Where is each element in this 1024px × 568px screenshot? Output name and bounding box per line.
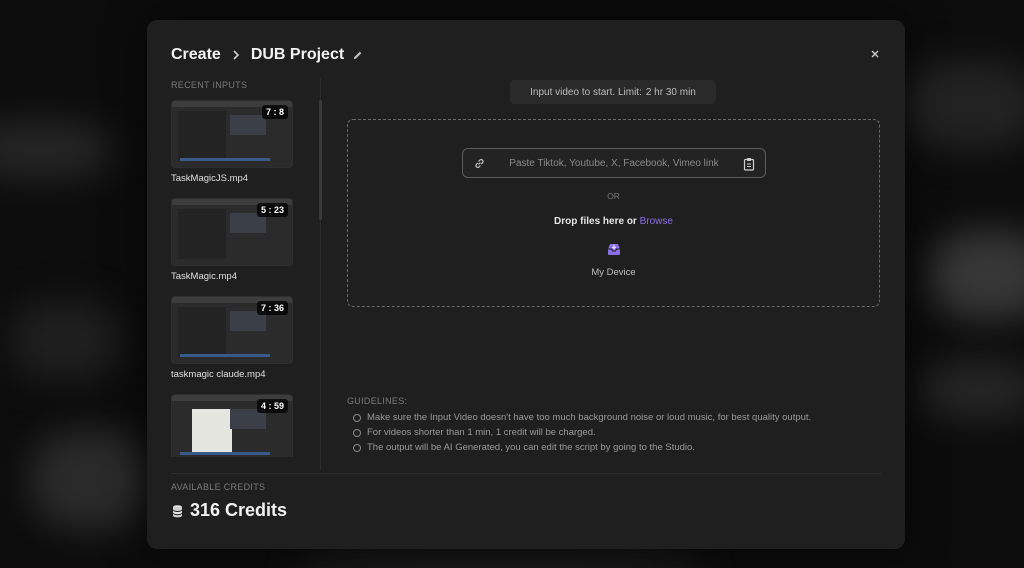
drop-instructions: Drop files here or Browse — [348, 216, 879, 227]
guideline-text: The output will be AI Generated, you can… — [367, 442, 695, 453]
link-input[interactable] — [499, 149, 729, 177]
guidelines: GUIDELINES: Make sure the Input Video do… — [347, 396, 811, 455]
video-thumbnail[interactable]: 5 : 23 — [171, 198, 293, 266]
section-divider — [171, 473, 881, 474]
link-icon — [475, 159, 484, 168]
clipboard-icon[interactable] — [743, 157, 755, 171]
recent-item-name: TaskMagic.mp4 — [171, 271, 237, 282]
inbox-icon[interactable] — [606, 241, 622, 257]
coins-icon — [173, 504, 182, 517]
browse-link[interactable]: Browse — [640, 216, 673, 227]
recent-item[interactable]: 4 : 59 — [171, 394, 295, 457]
guideline-item: Make sure the Input Video doesn't have t… — [347, 410, 811, 425]
circle-bullet-icon — [353, 428, 361, 437]
limit-value: 2 hr 30 min — [645, 86, 696, 98]
guideline-text: For videos shorter than 1 min, 1 credit … — [367, 427, 596, 438]
breadcrumb-create[interactable]: Create — [171, 46, 221, 64]
recent-item[interactable]: 7 : 8 TaskMagicJS.mp4 — [171, 100, 295, 198]
link-input-box — [462, 148, 766, 178]
project-title: DUB Project — [250, 46, 345, 63]
breadcrumb: Create DUB Project — [171, 46, 363, 64]
guideline-item: The output will be AI Generated, you can… — [347, 440, 811, 455]
drop-text: Drop files here or — [554, 216, 637, 227]
recent-item-name: TaskMagicJS.mp4 — [171, 173, 249, 184]
create-project-modal: Create DUB Project RECENT INPUTS 7 : 8 T… — [147, 20, 905, 549]
duration-badge: 5 : 23 — [256, 203, 288, 217]
close-icon[interactable] — [869, 48, 881, 60]
recent-scrollbar[interactable] — [319, 100, 322, 220]
recent-inputs-list: 7 : 8 TaskMagicJS.mp4 5 : 23 TaskMagic.m… — [171, 100, 295, 457]
recent-inputs-title: RECENT INPUTS — [171, 80, 248, 90]
video-thumbnail[interactable]: 4 : 59 — [171, 394, 293, 457]
upload-dropzone[interactable]: OR Drop files here or Browse My Device — [347, 119, 880, 307]
chevron-right-icon — [233, 50, 239, 60]
guideline-item: For videos shorter than 1 min, 1 credit … — [347, 425, 811, 440]
duration-badge: 7 : 8 — [261, 105, 288, 119]
circle-bullet-icon — [353, 413, 361, 422]
guidelines-title: GUIDELINES: — [347, 396, 408, 406]
recent-item-name: taskmagic claude.mp4 — [171, 369, 266, 380]
limit-info: Input video to start. Limit: 2 hr 30 min — [510, 80, 716, 104]
video-thumbnail[interactable]: 7 : 36 — [171, 296, 293, 364]
limit-text: Input video to start. Limit: — [530, 86, 642, 98]
recent-item[interactable]: 5 : 23 TaskMagic.mp4 — [171, 198, 295, 296]
my-device-label[interactable]: My Device — [348, 267, 879, 278]
circle-bullet-icon — [353, 443, 361, 452]
recent-item[interactable]: 7 : 36 taskmagic claude.mp4 — [171, 296, 295, 394]
duration-badge: 7 : 36 — [256, 301, 288, 315]
credits-value: 316 Credits — [190, 500, 288, 520]
or-separator: OR — [607, 191, 620, 201]
credits-display: 316 Credits — [171, 500, 287, 521]
guideline-text: Make sure the Input Video doesn't have t… — [367, 412, 812, 423]
pencil-icon[interactable] — [352, 50, 363, 61]
video-thumbnail[interactable]: 7 : 8 — [171, 100, 293, 168]
duration-badge: 4 : 59 — [256, 399, 288, 413]
credits-title: AVAILABLE CREDITS — [171, 482, 266, 492]
